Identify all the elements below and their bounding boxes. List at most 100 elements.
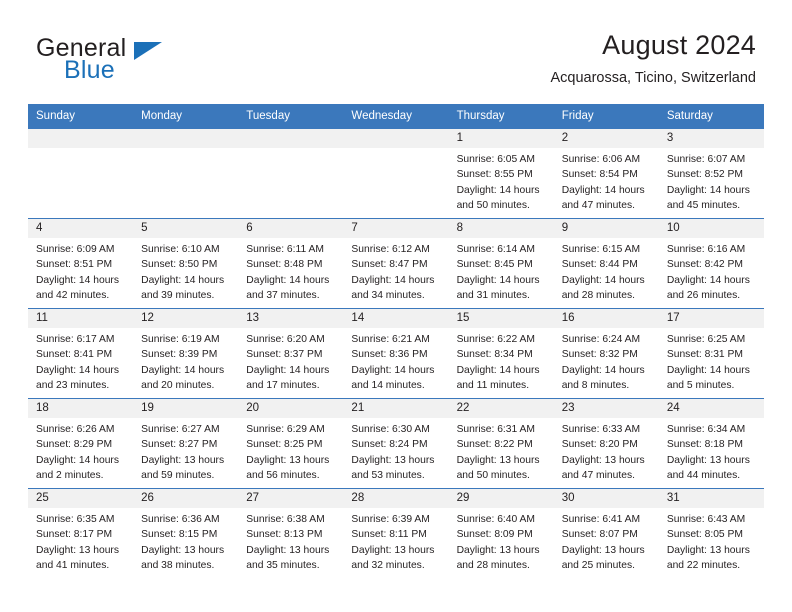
day-number: 7	[343, 219, 449, 238]
calendar-day-cell[interactable]: 9 Sunrise: 6:15 AM Sunset: 8:44 PM Daylight…	[553, 218, 659, 309]
calendar-day-cell[interactable]: 31 Sunrise: 6:43 AM Sunset: 8:05 PM Dayligh…	[658, 488, 764, 579]
calendar-day-cell[interactable]: 2 Sunrise: 6:06 AM Sunset: 8:54 PM Daylight…	[553, 128, 659, 219]
calendar-day-cell[interactable]: 13 Sunrise: 6:20 AM Sunset: 8:37 PM Dayligh…	[238, 308, 344, 399]
day-number: 4	[28, 219, 134, 238]
day-sunset-text: Sunset: 8:45 PM	[456, 259, 533, 271]
calendar-day-cell[interactable]: 16 Sunrise: 6:24 AM Sunset: 8:32 PM Dayligh…	[553, 308, 659, 399]
day-sunrise-text: Sunrise: 6:11 AM	[246, 244, 324, 255]
calendar-day-cell[interactable]: 3 Sunrise: 6:07 AM Sunset: 8:52 PM Daylight…	[658, 128, 764, 219]
calendar-week-row: 18 Sunrise: 6:26 AM Sunset: 8:29 PM Dayligh…	[28, 398, 764, 489]
day-daylight-line2-text: and 11 minutes.	[456, 379, 530, 391]
day-cell-inner: 28 Sunrise: 6:39 AM Sunset: 8:11 PM Dayligh…	[343, 489, 449, 579]
day-cell-inner: 9 Sunrise: 6:15 AM Sunset: 8:44 PM Daylight…	[553, 219, 659, 308]
calendar-day-cell[interactable]: 1 Sunrise: 6:05 AM Sunset: 8:55 PM Daylight…	[448, 128, 554, 219]
day-number: 10	[658, 219, 764, 238]
day-sunrise-text: Sunrise: 6:15 AM	[561, 244, 641, 255]
calendar-cell-empty	[28, 128, 134, 219]
day-daylight-line2-text: and 39 minutes.	[141, 289, 215, 301]
day-sunset-text: Sunset: 8:47 PM	[351, 259, 428, 271]
calendar-day-cell[interactable]: 27 Sunrise: 6:38 AM Sunset: 8:13 PM Dayligh…	[238, 488, 344, 579]
day-number: 2	[553, 129, 659, 148]
calendar-day-cell[interactable]: 30 Sunrise: 6:41 AM Sunset: 8:07 PM Dayligh…	[553, 488, 659, 579]
day-sunrise-text: Sunrise: 6:26 AM	[36, 424, 115, 435]
weekday-header-wednesday: Wednesday	[343, 104, 449, 129]
calendar-day-cell[interactable]: 5 Sunrise: 6:10 AM Sunset: 8:50 PM Daylight…	[133, 218, 239, 309]
calendar-day-cell[interactable]: 10 Sunrise: 6:16 AM Sunset: 8:42 PM Dayligh…	[658, 218, 764, 309]
day-daylight-line2-text: and 14 minutes.	[351, 379, 425, 391]
day-sunrise-text: Sunrise: 6:21 AM	[351, 334, 430, 345]
day-sun-info: Sunrise: 6:41 AM Sunset: 8:07 PM Daylight:…	[554, 508, 659, 573]
day-daylight-line1-text: Daylight: 14 hours	[36, 274, 119, 286]
day-sunrise-text: Sunrise: 6:19 AM	[141, 334, 220, 345]
day-cell-inner: 2 Sunrise: 6:06 AM Sunset: 8:54 PM Daylight…	[553, 129, 659, 218]
day-cell-inner: 6 Sunrise: 6:11 AM Sunset: 8:48 PM Daylight…	[238, 219, 344, 308]
day-sunset-text: Sunset: 8:32 PM	[561, 349, 638, 361]
day-sun-info: Sunrise: 6:43 AM Sunset: 8:05 PM Daylight:…	[659, 508, 764, 573]
calendar-day-cell[interactable]: 17 Sunrise: 6:25 AM Sunset: 8:31 PM Dayligh…	[658, 308, 764, 399]
calendar-day-cell[interactable]: 19 Sunrise: 6:27 AM Sunset: 8:27 PM Dayligh…	[133, 398, 239, 489]
day-sunrise-text: Sunrise: 6:35 AM	[36, 514, 115, 525]
calendar-day-cell[interactable]: 25 Sunrise: 6:35 AM Sunset: 8:17 PM Dayligh…	[28, 488, 134, 579]
day-sun-info: Sunrise: 6:21 AM Sunset: 8:36 PM Daylight:…	[343, 328, 448, 393]
day-daylight-line2-text: and 2 minutes.	[36, 469, 104, 481]
day-cell-inner: 18 Sunrise: 6:26 AM Sunset: 8:29 PM Dayligh…	[28, 399, 134, 488]
calendar-cell-empty	[133, 128, 239, 219]
day-sunrise-text: Sunrise: 6:16 AM	[666, 244, 746, 255]
calendar-day-cell[interactable]: 21 Sunrise: 6:30 AM Sunset: 8:24 PM Dayligh…	[343, 398, 449, 489]
day-number: 11	[28, 309, 134, 328]
day-cell-inner: 5 Sunrise: 6:10 AM Sunset: 8:50 PM Daylight…	[133, 219, 239, 308]
calendar-day-cell[interactable]: 24 Sunrise: 6:34 AM Sunset: 8:18 PM Dayligh…	[658, 398, 764, 489]
weekday-header-thursday: Thursday	[448, 104, 554, 129]
day-daylight-line1-text: Daylight: 14 hours	[351, 364, 435, 376]
day-sun-info: Sunrise: 6:17 AM Sunset: 8:41 PM Daylight:…	[28, 328, 133, 393]
calendar-day-cell[interactable]: 12 Sunrise: 6:19 AM Sunset: 8:39 PM Dayligh…	[133, 308, 239, 399]
day-cell-inner: 1 Sunrise: 6:05 AM Sunset: 8:55 PM Daylight…	[448, 129, 554, 218]
day-sun-info: Sunrise: 6:34 AM Sunset: 8:18 PM Daylight:…	[659, 418, 764, 483]
day-daylight-line1-text: Daylight: 14 hours	[246, 364, 330, 376]
day-sunrise-text: Sunrise: 6:36 AM	[141, 514, 220, 525]
day-sun-info: Sunrise: 6:26 AM Sunset: 8:29 PM Daylight:…	[28, 418, 133, 483]
day-daylight-line1-text: Daylight: 14 hours	[36, 454, 119, 466]
day-cell-inner: 15 Sunrise: 6:22 AM Sunset: 8:34 PM Dayligh…	[448, 309, 554, 398]
day-cell-inner: 8 Sunrise: 6:14 AM Sunset: 8:45 PM Daylight…	[448, 219, 554, 308]
day-cell-inner: 30 Sunrise: 6:41 AM Sunset: 8:07 PM Dayligh…	[553, 489, 659, 579]
calendar-day-cell[interactable]: 6 Sunrise: 6:11 AM Sunset: 8:48 PM Daylight…	[238, 218, 344, 309]
day-number: 28	[343, 489, 449, 508]
calendar-day-cell[interactable]: 11 Sunrise: 6:17 AM Sunset: 8:41 PM Dayligh…	[28, 308, 134, 399]
calendar-day-cell[interactable]: 23 Sunrise: 6:33 AM Sunset: 8:20 PM Dayligh…	[553, 398, 659, 489]
day-sun-info: Sunrise: 6:25 AM Sunset: 8:31 PM Daylight:…	[659, 328, 764, 393]
logo-triangle-icon	[134, 42, 162, 60]
day-sunset-text: Sunset: 8:48 PM	[246, 259, 323, 271]
day-daylight-line2-text: and 42 minutes.	[36, 289, 110, 301]
day-sun-info: Sunrise: 6:27 AM Sunset: 8:27 PM Daylight:…	[133, 418, 238, 483]
day-sunset-text: Sunset: 8:31 PM	[666, 349, 743, 361]
calendar-day-cell[interactable]: 22 Sunrise: 6:31 AM Sunset: 8:22 PM Dayligh…	[448, 398, 554, 489]
weekday-header-friday: Friday	[553, 104, 659, 129]
calendar-day-cell[interactable]: 20 Sunrise: 6:29 AM Sunset: 8:25 PM Dayligh…	[238, 398, 344, 489]
day-sun-info: Sunrise: 6:24 AM Sunset: 8:32 PM Daylight:…	[554, 328, 659, 393]
calendar-day-cell[interactable]: 8 Sunrise: 6:14 AM Sunset: 8:45 PM Daylight…	[448, 218, 554, 309]
weekday-header-saturday: Saturday	[658, 104, 764, 129]
calendar-day-cell[interactable]: 7 Sunrise: 6:12 AM Sunset: 8:47 PM Daylight…	[343, 218, 449, 309]
day-sun-info	[343, 148, 448, 152]
calendar-day-cell[interactable]: 28 Sunrise: 6:39 AM Sunset: 8:11 PM Dayligh…	[343, 488, 449, 579]
day-daylight-line2-text: and 56 minutes.	[246, 469, 320, 481]
calendar-day-cell[interactable]: 18 Sunrise: 6:26 AM Sunset: 8:29 PM Dayligh…	[28, 398, 134, 489]
day-sun-info: Sunrise: 6:39 AM Sunset: 8:11 PM Daylight:…	[343, 508, 448, 573]
day-cell-inner: 26 Sunrise: 6:36 AM Sunset: 8:15 PM Dayligh…	[133, 489, 239, 579]
day-daylight-line2-text: and 53 minutes.	[351, 469, 425, 481]
day-daylight-line1-text: Daylight: 14 hours	[561, 184, 645, 196]
calendar-week-row: 11 Sunrise: 6:17 AM Sunset: 8:41 PM Dayligh…	[28, 308, 764, 399]
calendar-day-cell[interactable]: 29 Sunrise: 6:40 AM Sunset: 8:09 PM Dayligh…	[448, 488, 554, 579]
day-sunset-text: Sunset: 8:11 PM	[351, 529, 427, 541]
day-number: 21	[343, 399, 449, 418]
day-sunset-text: Sunset: 8:29 PM	[36, 439, 113, 451]
day-sun-info: Sunrise: 6:29 AM Sunset: 8:25 PM Daylight:…	[238, 418, 343, 483]
calendar-day-cell[interactable]: 14 Sunrise: 6:21 AM Sunset: 8:36 PM Dayligh…	[343, 308, 449, 399]
calendar-day-cell[interactable]: 26 Sunrise: 6:36 AM Sunset: 8:15 PM Dayligh…	[133, 488, 239, 579]
calendar-day-cell[interactable]: 15 Sunrise: 6:22 AM Sunset: 8:34 PM Dayligh…	[448, 308, 554, 399]
calendar-day-cell[interactable]: 4 Sunrise: 6:09 AM Sunset: 8:51 PM Daylight…	[28, 218, 134, 309]
general-blue-logo[interactable]: General Blue	[36, 36, 276, 92]
day-daylight-line1-text: Daylight: 13 hours	[141, 454, 225, 466]
day-sunrise-text: Sunrise: 6:07 AM	[666, 154, 746, 165]
